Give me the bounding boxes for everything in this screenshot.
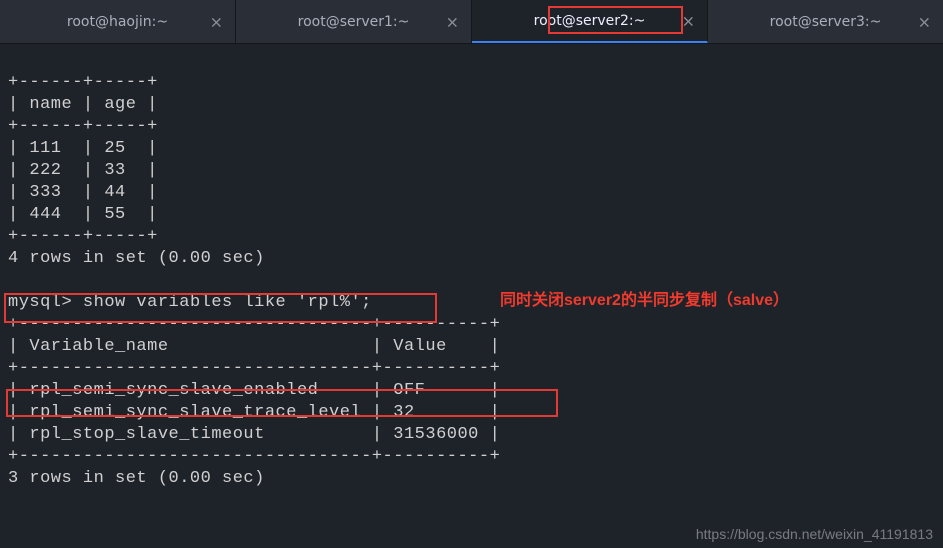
sql-command: show variables like 'rpl%'; <box>83 293 372 312</box>
tab-bar: root@haojin:~ × root@server1:~ × root@se… <box>0 0 943 44</box>
table-border: +---------------------------------+-----… <box>8 359 500 378</box>
table-border: +------+-----+ <box>8 227 158 246</box>
table-row: | 333 | 44 | <box>8 183 158 202</box>
tab-haojin[interactable]: root@haojin:~ × <box>0 0 236 43</box>
table-border: +---------------------------------+-----… <box>8 315 500 334</box>
tab-label: root@haojin:~ <box>67 14 168 30</box>
close-icon[interactable]: × <box>446 12 459 31</box>
table-row: | rpl_semi_sync_slave_trace_level | 32 | <box>8 403 500 422</box>
close-icon[interactable]: × <box>682 11 695 30</box>
tab-label: root@server2:~ <box>534 13 646 29</box>
mysql-prompt: mysql> <box>8 293 83 312</box>
table-row: | 222 | 33 | <box>8 161 158 180</box>
tab-server3[interactable]: root@server3:~ × <box>708 0 943 43</box>
table-row: | rpl_stop_slave_timeout | 31536000 | <box>8 425 500 444</box>
table-header: | name | age | <box>8 95 158 114</box>
table-row: | 111 | 25 | <box>8 139 158 158</box>
tab-server1[interactable]: root@server1:~ × <box>236 0 472 43</box>
result-summary: 4 rows in set (0.00 sec) <box>8 249 265 268</box>
tab-label: root@server1:~ <box>298 14 410 30</box>
table-header: | Variable_name | Value | <box>8 337 500 356</box>
table-border: +---------------------------------+-----… <box>8 447 500 466</box>
table-row: | 444 | 55 | <box>8 205 158 224</box>
close-icon[interactable]: × <box>918 12 931 31</box>
table-border: +------+-----+ <box>8 73 158 92</box>
table-border: +------+-----+ <box>8 117 158 136</box>
watermark-text: https://blog.csdn.net/weixin_41191813 <box>696 526 933 542</box>
tab-label: root@server3:~ <box>770 14 882 30</box>
table-row: | rpl_semi_sync_slave_enabled | OFF | <box>8 381 500 400</box>
close-icon[interactable]: × <box>210 12 223 31</box>
tab-server2[interactable]: root@server2:~ × <box>472 0 708 43</box>
terminal-output[interactable]: +------+-----+ | name | age | +------+--… <box>0 44 943 498</box>
annotation-text: 同时关闭server2的半同步复制（salve） <box>500 286 789 310</box>
result-summary: 3 rows in set (0.00 sec) <box>8 469 265 488</box>
